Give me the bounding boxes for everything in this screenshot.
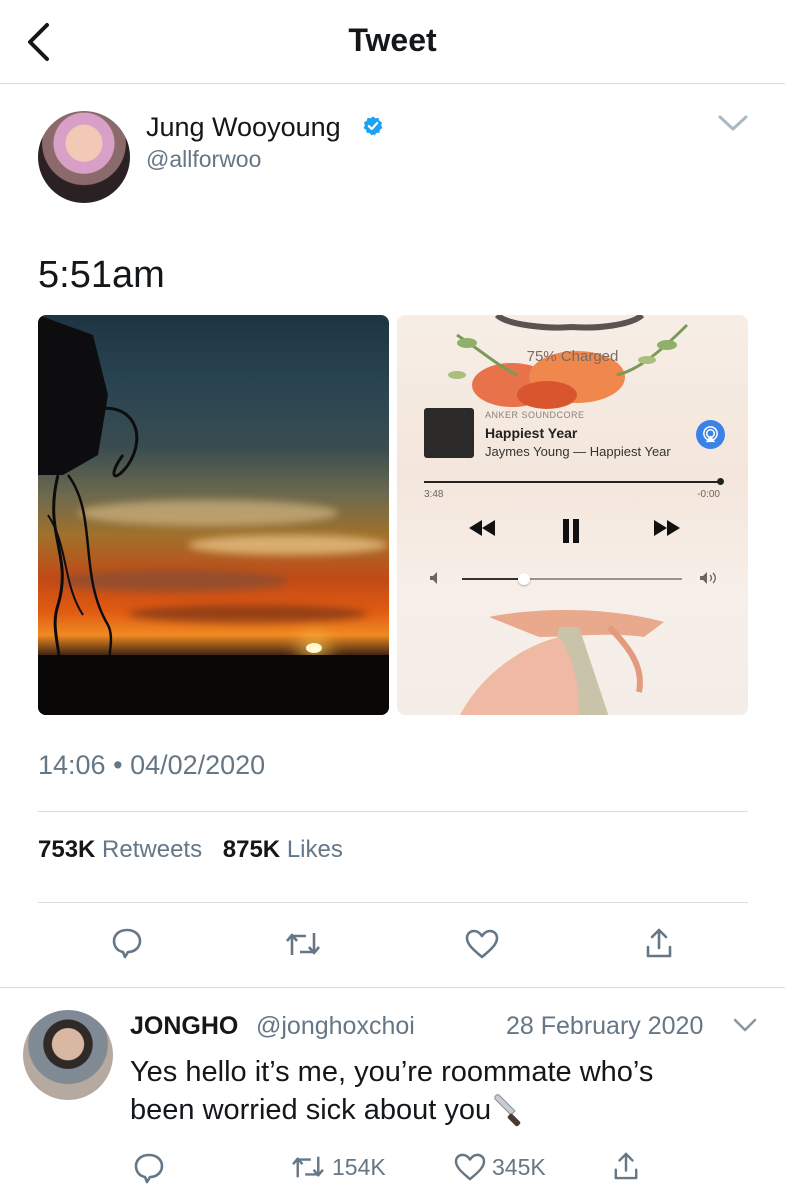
- airplay-icon: [703, 426, 718, 443]
- charge-status: 75% Charged: [526, 348, 619, 365]
- volume-knob[interactable]: [517, 573, 530, 585]
- now-playing-card: ANKER SOUNDCORE Happiest Year Jaymes You…: [419, 403, 732, 613]
- reply-button[interactable]: [111, 927, 143, 959]
- retweets-count: 753K: [38, 836, 96, 863]
- pause-button[interactable]: [560, 518, 582, 549]
- reply-icon: [112, 928, 142, 959]
- likes-label: Likes: [286, 836, 343, 863]
- hand-holding-bouquet: [460, 610, 664, 715]
- top-bar: Tweet: [0, 0, 785, 84]
- divider: [38, 902, 748, 903]
- author-handle[interactable]: @allforwoo: [146, 146, 261, 173]
- progress-knob[interactable]: [717, 478, 724, 485]
- elapsed-time: 3:48: [424, 489, 444, 500]
- remaining-time: -0:00: [697, 489, 720, 500]
- track-artist: Jaymes Young — Happiest Year: [485, 444, 671, 459]
- tweet-timestamp: 14:06 • 04/02/2020: [38, 750, 265, 781]
- reply-author-name[interactable]: JONGHO: [130, 1012, 238, 1041]
- author-avatar[interactable]: [38, 111, 130, 203]
- heart-icon: [465, 929, 499, 959]
- airplay-button[interactable]: [696, 420, 725, 449]
- retweet-icon: [292, 1156, 324, 1178]
- retweets-stat[interactable]: 753K Retweets: [38, 836, 209, 863]
- share-button[interactable]: [645, 927, 673, 959]
- reply-text-fragment: been worried sick about you: [130, 1094, 492, 1126]
- author-name[interactable]: Jung Wooyoung: [146, 112, 341, 143]
- tweet-options-button[interactable]: [716, 112, 750, 139]
- reply-text: Yes hello it’s me, you’re roommate who’s…: [130, 1053, 750, 1129]
- rewind-button[interactable]: [467, 518, 497, 543]
- volume-low-icon: [430, 572, 437, 584]
- chevron-down-icon: [733, 1018, 757, 1032]
- page-title: Tweet: [348, 22, 437, 58]
- fast-forward-button[interactable]: [652, 518, 682, 543]
- volume-slider[interactable]: [462, 573, 682, 585]
- likes-count: 875K: [222, 836, 281, 863]
- audio-source-label: ANKER SOUNDCORE: [485, 410, 585, 420]
- reply-options-button[interactable]: [732, 1016, 758, 1039]
- heart-icon: [454, 1153, 486, 1181]
- pause-icon: [563, 519, 579, 543]
- knife-emoji-icon: [494, 1094, 521, 1127]
- volume-high-icon: [700, 572, 716, 584]
- like-button[interactable]: [465, 929, 499, 959]
- tweet-text: 5:51am: [38, 254, 165, 296]
- reply-text-line: been worried sick about you: [130, 1091, 750, 1129]
- divider: [38, 811, 748, 812]
- sunset-photo[interactable]: [38, 315, 389, 715]
- music-player-screenshot[interactable]: 75% Charged ANKER SOUNDCORE Happiest Yea…: [397, 315, 748, 715]
- chevron-down-icon: [718, 115, 748, 131]
- retweet-button[interactable]: [284, 929, 322, 959]
- album-art: [424, 408, 474, 458]
- retweet-icon: [286, 933, 320, 955]
- reply-like-button[interactable]: 345K: [454, 1153, 546, 1181]
- tweet-date: 04/02/2020: [130, 750, 266, 780]
- track-title: Happiest Year: [485, 425, 578, 441]
- likes-stat[interactable]: 875K Likes: [223, 836, 343, 863]
- reply-icon: [134, 1153, 164, 1184]
- playback-progress-bar[interactable]: [424, 478, 724, 485]
- share-icon: [614, 1152, 638, 1180]
- reply-date: 28 February 2020: [506, 1012, 704, 1040]
- divider: [0, 987, 785, 988]
- reply-retweet-button[interactable]: 154K: [290, 1153, 386, 1181]
- reply-retweet-count: 154K: [332, 1153, 386, 1180]
- tweet-time: 14:06: [38, 750, 106, 780]
- volume-fill: [462, 578, 524, 580]
- verified-badge-icon: [363, 116, 383, 136]
- reply-share-button[interactable]: [613, 1151, 639, 1181]
- reply-author-handle[interactable]: @jonghoxchoi: [256, 1012, 415, 1041]
- retweets-label: Retweets: [102, 836, 203, 863]
- fast-forward-icon: [654, 520, 680, 536]
- share-icon: [646, 928, 672, 958]
- timestamp-separator: •: [113, 750, 123, 780]
- reply-reply-button[interactable]: [133, 1152, 165, 1184]
- rewind-icon: [469, 520, 495, 536]
- tweet-stats: 753K Retweets 875K Likes: [38, 836, 357, 864]
- cable-silhouette: [38, 315, 389, 715]
- reply-author-avatar[interactable]: [23, 1010, 113, 1100]
- reply-like-count: 345K: [492, 1153, 546, 1180]
- reply-text-line: Yes hello it’s me, you’re roommate who’s: [130, 1056, 654, 1088]
